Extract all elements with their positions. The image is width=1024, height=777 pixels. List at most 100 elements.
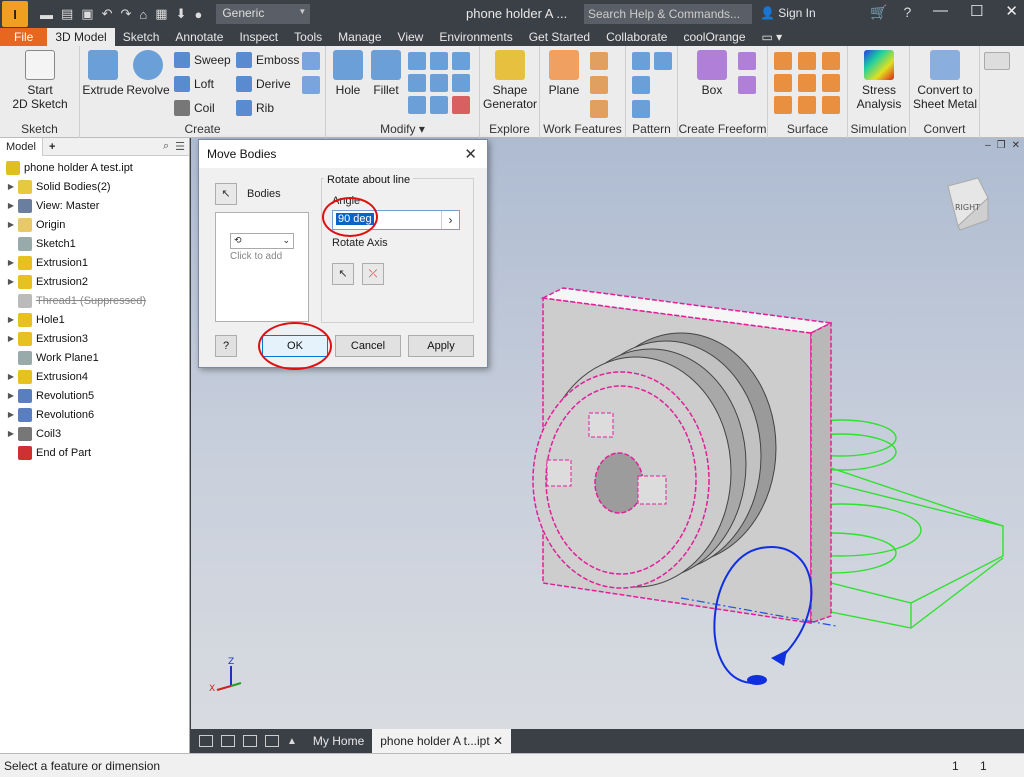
browser-node[interactable]: End of Part	[6, 443, 91, 462]
inventor-logo-icon[interactable]: I	[2, 1, 28, 27]
home-icon[interactable]: ⌂	[139, 7, 147, 22]
expand-arrow-icon[interactable]: ▶	[6, 429, 16, 438]
expand-arrow-icon[interactable]: ▶	[6, 258, 16, 267]
cancel-button[interactable]: Cancel	[335, 335, 401, 357]
tab-manage[interactable]: Manage	[330, 28, 389, 46]
sweep-button[interactable]: Sweep	[174, 52, 231, 68]
update-icon[interactable]: ⬇	[176, 6, 187, 22]
stitch-icon[interactable]	[798, 52, 816, 70]
tab-annotate[interactable]: Annotate	[167, 28, 231, 46]
loft-button[interactable]: Loft	[174, 76, 214, 92]
browser-node[interactable]: phone holder A test.ipt	[4, 158, 133, 177]
tab-collaborate[interactable]: Collaborate	[598, 28, 675, 46]
add-browser-icon[interactable]: +	[43, 141, 61, 153]
undo-icon[interactable]: ↶	[102, 6, 113, 22]
browser-node[interactable]: ▶ Hole1	[6, 310, 65, 329]
point-icon[interactable]	[590, 76, 608, 94]
menu-icon[interactable]: ☰	[175, 140, 185, 153]
browser-node[interactable]: ▶ Revolution6	[6, 405, 94, 424]
tab-file[interactable]: File	[0, 28, 48, 46]
extend-icon[interactable]	[822, 74, 840, 92]
browser-node[interactable]: Sketch1	[6, 234, 76, 253]
revolve-button[interactable]: Revolve	[126, 50, 170, 97]
emboss-button[interactable]: Emboss	[236, 52, 299, 68]
split-icon[interactable]	[430, 74, 448, 92]
thicken-icon[interactable]	[774, 52, 792, 70]
expand-arrow-icon[interactable]: ▶	[6, 201, 16, 210]
close-icon[interactable]: ✕	[1005, 2, 1018, 20]
search-icon[interactable]: ⌕	[163, 140, 169, 153]
tab-tools[interactable]: Tools	[286, 28, 330, 46]
tab-view[interactable]: View	[390, 28, 432, 46]
browser-node[interactable]: Work Plane1	[6, 348, 99, 367]
delete-face-icon[interactable]	[452, 96, 470, 114]
combine-icon[interactable]	[452, 74, 470, 92]
expand-arrow-icon[interactable]: ▶	[6, 315, 16, 324]
apply-button[interactable]: Apply	[408, 335, 474, 357]
panel-label-modify[interactable]: Modify ▾	[326, 122, 479, 136]
sculpt-icon[interactable]	[774, 74, 792, 92]
cart-icon[interactable]: 🛒	[870, 4, 887, 21]
box-button[interactable]: Box	[692, 50, 732, 97]
tab-3d-model[interactable]: 3D Model	[47, 28, 115, 46]
mirror-icon[interactable]	[654, 52, 672, 70]
browser-node[interactable]: ▶ Solid Bodies(2)	[6, 177, 111, 196]
save-icon[interactable]: ▣	[81, 6, 93, 22]
rib-button[interactable]: Rib	[236, 100, 274, 116]
expand-arrow-icon[interactable]: ▶	[6, 372, 16, 381]
cascade-icon[interactable]	[199, 735, 213, 747]
tab-environments[interactable]: Environments	[431, 28, 520, 46]
expand-arrow-icon[interactable]: ▶	[6, 410, 16, 419]
help-button[interactable]: ?	[215, 335, 237, 357]
thread-icon[interactable]	[408, 74, 426, 92]
minimize-icon[interactable]: —	[933, 2, 948, 20]
fillet-button[interactable]: Fillet	[368, 50, 404, 97]
start-sketch-button[interactable]: Start 2D Sketch	[10, 50, 70, 111]
import-icon[interactable]	[302, 76, 320, 94]
angle-input[interactable]: 90 deg ›	[332, 210, 460, 230]
boundary-patch-icon[interactable]	[798, 96, 816, 114]
ok-button[interactable]: OK	[262, 335, 328, 357]
ruled-surface-icon[interactable]	[774, 96, 792, 114]
profile-select[interactable]: Generic	[216, 4, 311, 24]
select-icon[interactable]: ▦	[155, 6, 167, 22]
expand-arrow-icon[interactable]: ▶	[6, 277, 16, 286]
convert-freeform-icon[interactable]	[738, 76, 756, 94]
tab-my-home[interactable]: My Home	[305, 729, 372, 753]
rotate-axis-select-button[interactable]: ↖	[332, 263, 354, 285]
dialog-close-icon[interactable]: ✕	[464, 145, 477, 163]
browser-node[interactable]: ▶ Extrusion2	[6, 272, 88, 291]
freeform-face-icon[interactable]	[738, 52, 756, 70]
bodies-select-button[interactable]: ↖	[215, 183, 237, 205]
model-tab[interactable]: Model	[0, 137, 43, 156]
expand-arrow-icon[interactable]: ▶	[6, 391, 16, 400]
tile-horizontal-icon[interactable]	[265, 735, 279, 747]
move-type-dropdown[interactable]: ⟲ ⌄	[230, 233, 294, 249]
tab-phone-holder[interactable]: phone holder A t...ipt ✕	[372, 729, 512, 753]
ribbon-options-icon[interactable]	[984, 52, 1010, 70]
ribbon-toggle-icon[interactable]: ▭ ▾	[754, 28, 791, 46]
circular-pattern-icon[interactable]	[632, 76, 650, 94]
new-icon[interactable]: ▬	[40, 7, 53, 22]
sketch-pattern-icon[interactable]	[632, 100, 650, 118]
browser-node[interactable]: ▶ View: Master	[6, 196, 99, 215]
ucs-icon[interactable]	[590, 100, 608, 118]
tab-get-started[interactable]: Get Started	[521, 28, 598, 46]
sign-in-link[interactable]: 👤 Sign In	[760, 6, 816, 20]
tile-icon[interactable]	[221, 735, 235, 747]
browser-node[interactable]: ▶ Extrusion1	[6, 253, 88, 272]
tab-coolorange[interactable]: coolOrange	[675, 28, 753, 46]
patch-icon[interactable]	[822, 52, 840, 70]
unwrap-icon[interactable]	[302, 52, 320, 70]
open-icon[interactable]: ▤	[61, 6, 73, 22]
browser-node[interactable]: ▶ Origin	[6, 215, 65, 234]
shape-generator-button[interactable]: Shape Generator	[480, 50, 540, 111]
replace-face-icon[interactable]	[822, 96, 840, 114]
tab-menu-icon[interactable]: ▲	[287, 736, 297, 747]
move-face-icon[interactable]	[408, 96, 426, 114]
extrude-button[interactable]: Extrude	[82, 50, 124, 97]
viewcube[interactable]: RIGHT	[947, 177, 989, 231]
browser-node[interactable]: ▶ Extrusion3	[6, 329, 88, 348]
close-tab-icon[interactable]: ✕	[493, 734, 503, 748]
help-search-input[interactable]: Search Help & Commands...	[584, 4, 752, 24]
